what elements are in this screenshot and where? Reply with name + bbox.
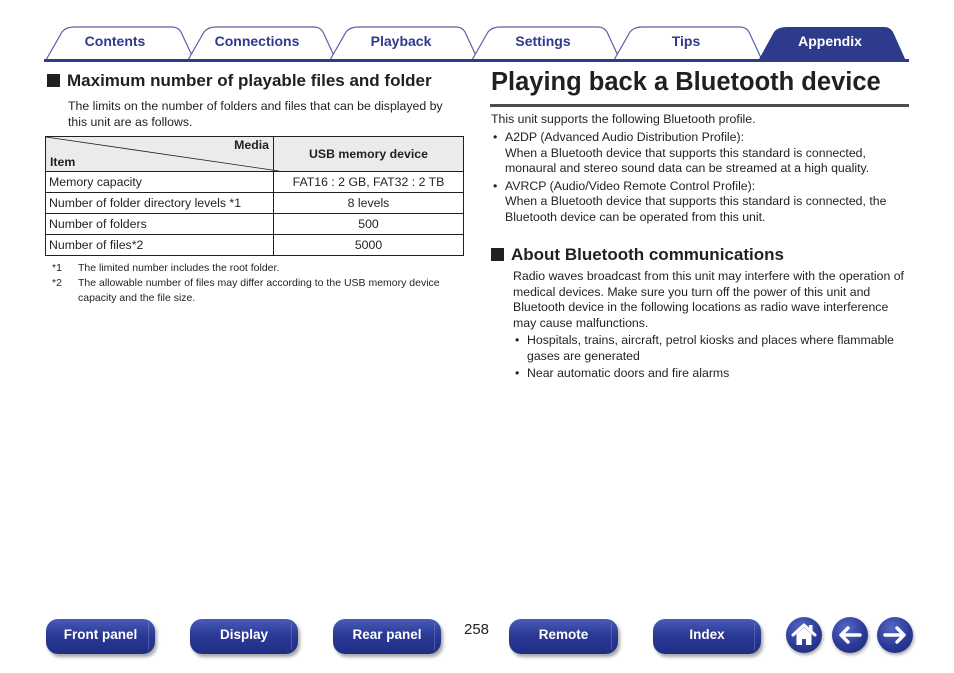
title-divider (490, 104, 909, 107)
list-item: • A2DP (Advanced Audio Distribution Prof… (491, 130, 911, 177)
remote-button[interactable]: Remote (509, 619, 618, 654)
list-item-text: Hospitals, trains, aircraft, petrol kios… (527, 333, 895, 363)
tab-bar: Contents Connections Playback Settings T… (0, 0, 954, 64)
front-panel-button[interactable]: Front panel (46, 619, 155, 654)
footnote-mark: *2 (52, 277, 62, 289)
tab-baseline (44, 59, 909, 62)
section-heading-text: About Bluetooth communications (511, 245, 784, 264)
header-media-label: Media (234, 138, 269, 152)
arrow-left-icon (839, 626, 862, 644)
table-row: Memory capacity FAT16 : 2 GB, FAT32 : 2 … (45, 171, 464, 193)
back-button[interactable] (832, 617, 868, 653)
tab-connections[interactable]: Connections (204, 33, 310, 51)
bullet-icon: • (515, 366, 520, 381)
table-row: Number of folders 500 (45, 213, 464, 235)
table-cell-item: Memory capacity (45, 171, 274, 193)
square-bullet-icon (47, 74, 60, 87)
list-item: • Hospitals, trains, aircraft, petrol ki… (513, 333, 911, 364)
page-number: 258 (464, 621, 490, 638)
table-cell-value: 5000 (273, 234, 464, 256)
arrow-right-icon (883, 626, 906, 644)
section-heading-bluetooth-comm: About Bluetooth communications (491, 245, 784, 265)
index-button[interactable]: Index (653, 619, 761, 654)
bullet-icon: • (493, 178, 498, 193)
footnote-text: The limited number includes the root fol… (78, 262, 280, 274)
table-header-corner: Media Item (45, 136, 279, 172)
footnote-2: *2 The allowable number of files may dif… (52, 276, 472, 306)
header-usb-column: USB memory device (273, 136, 464, 172)
section-heading-text: Maximum number of playable files and fol… (67, 71, 432, 90)
footnote-1: *1 The limited number includes the root … (52, 261, 472, 276)
header-item-label: Item (50, 155, 76, 169)
profile-description: When a Bluetooth device that supports th… (505, 194, 887, 224)
bullet-icon: • (515, 333, 520, 347)
tab-contents[interactable]: Contents (62, 33, 168, 51)
comm-paragraph: Radio waves broadcast from this unit may… (513, 269, 904, 330)
location-list: • Hospitals, trains, aircraft, petrol ki… (513, 333, 911, 384)
table-cell-value: FAT16 : 2 GB, FAT32 : 2 TB (273, 171, 464, 193)
rear-panel-button[interactable]: Rear panel (333, 619, 441, 654)
profile-intro: This unit supports the following Bluetoo… (491, 112, 756, 126)
table-row: Number of folder directory levels *1 8 l… (45, 192, 464, 214)
tab-tips[interactable]: Tips (633, 33, 739, 51)
list-item-text: Near automatic doors and fire alarms (527, 366, 730, 381)
table-cell-item: Number of files*2 (45, 234, 274, 256)
table-cell-value: 8 levels (273, 192, 464, 214)
intro-paragraph: The limits on the number of folders and … (68, 99, 443, 129)
profile-list: • A2DP (Advanced Audio Distribution Prof… (491, 130, 911, 228)
list-item: • AVRCP (Audio/Video Remote Control Prof… (491, 179, 911, 226)
square-bullet-icon (491, 248, 504, 261)
tab-shapes (44, 26, 909, 62)
table-cell-value: 500 (273, 213, 464, 235)
list-item: • Near automatic doors and fire alarms (513, 366, 911, 382)
table-cell-item: Number of folder directory levels *1 (45, 192, 274, 214)
tab-settings[interactable]: Settings (490, 33, 596, 51)
home-button[interactable] (786, 617, 822, 653)
profile-name: AVRCP (Audio/Video Remote Control Profil… (505, 178, 756, 193)
footnote-text: The allowable number of files may differ… (78, 277, 440, 304)
section-heading-max-files: Maximum number of playable files and fol… (47, 71, 432, 91)
forward-button[interactable] (877, 617, 913, 653)
profile-name: A2DP (Advanced Audio Distribution Profil… (505, 130, 745, 144)
limits-table: Media Item USB memory device Memory capa… (45, 136, 464, 256)
page-title: Playing back a Bluetooth device (491, 68, 881, 96)
table-cell-item: Number of folders (45, 213, 274, 235)
table-row: Number of files*2 5000 (45, 234, 464, 256)
footnote-mark: *1 (52, 262, 62, 274)
home-icon (791, 623, 817, 645)
profile-description: When a Bluetooth device that supports th… (505, 145, 870, 176)
tab-appendix[interactable]: Appendix (777, 33, 883, 51)
table-header-row: Media Item USB memory device (45, 136, 464, 172)
display-button[interactable]: Display (190, 619, 298, 654)
tab-playback[interactable]: Playback (348, 33, 454, 51)
bullet-icon: • (493, 130, 498, 144)
